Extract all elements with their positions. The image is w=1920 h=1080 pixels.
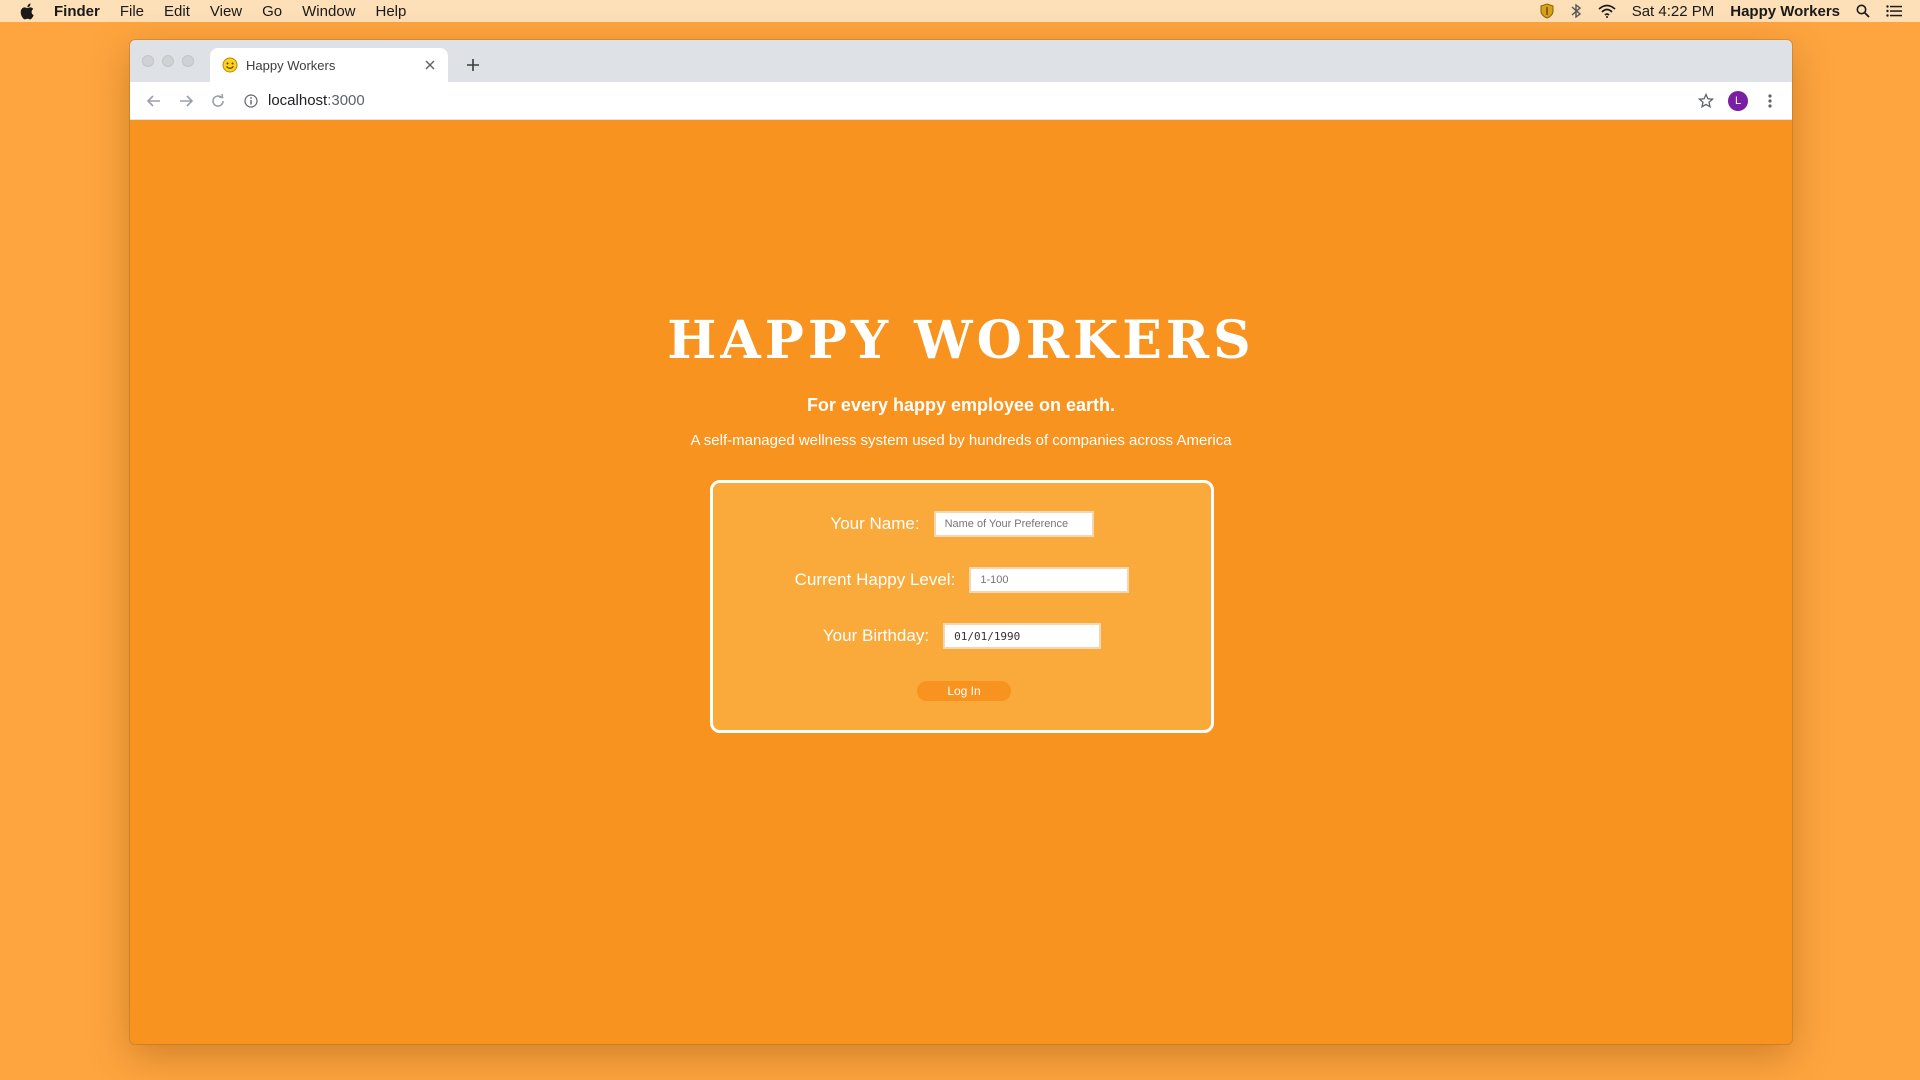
bluetooth-icon[interactable] xyxy=(1570,3,1582,19)
name-row: Your Name: xyxy=(713,511,1211,537)
close-tab-icon[interactable] xyxy=(422,57,438,73)
tab-strip: Happy Workers xyxy=(130,40,1792,82)
menu-app-name[interactable]: Finder xyxy=(54,3,100,20)
notification-center-icon[interactable] xyxy=(1886,5,1902,17)
new-tab-button[interactable] xyxy=(460,52,486,78)
menu-bar: Finder File Edit View Go Window Help Sat… xyxy=(0,0,1920,22)
profile-avatar[interactable]: L xyxy=(1728,90,1748,111)
clock[interactable]: Sat 4:22 PM xyxy=(1632,3,1715,20)
menu-edit[interactable]: Edit xyxy=(164,3,190,20)
zoom-window-button[interactable] xyxy=(182,55,194,67)
more-menu-icon[interactable] xyxy=(1758,87,1782,115)
close-window-button[interactable] xyxy=(142,55,154,67)
birthday-row: Your Birthday: xyxy=(713,623,1211,649)
address-bar[interactable]: localhost:3000 xyxy=(242,86,1692,116)
login-form: Your Name: Current Happy Level: Your Bir… xyxy=(710,480,1214,733)
bookmark-star-icon[interactable] xyxy=(1692,87,1720,115)
birthday-label: Your Birthday: xyxy=(822,626,930,645)
active-window-name[interactable]: Happy Workers xyxy=(1730,3,1840,20)
site-info-icon[interactable] xyxy=(242,92,260,110)
reload-button[interactable] xyxy=(204,87,232,115)
birthday-input[interactable] xyxy=(943,623,1102,649)
minimize-window-button[interactable] xyxy=(162,55,174,67)
url-host: localhost xyxy=(268,92,328,109)
window-controls xyxy=(142,55,202,67)
tab-title: Happy Workers xyxy=(246,57,336,73)
name-label: Your Name: xyxy=(830,514,920,533)
apple-icon[interactable] xyxy=(20,3,34,20)
menu-go[interactable]: Go xyxy=(262,3,282,20)
menu-window[interactable]: Window xyxy=(302,3,355,20)
forward-button[interactable] xyxy=(172,87,200,115)
page-content: HAPPY WORKERS For every happy employee o… xyxy=(130,120,1792,1044)
happy-level-row: Current Happy Level: xyxy=(713,567,1211,593)
back-button[interactable] xyxy=(140,87,168,115)
sub-tagline: A self-managed wellness system used by h… xyxy=(690,432,1232,449)
name-input[interactable] xyxy=(933,511,1094,537)
wifi-icon[interactable] xyxy=(1598,4,1616,18)
menu-bar-right: Sat 4:22 PM Happy Workers xyxy=(1524,3,1920,20)
smiley-favicon-icon xyxy=(222,57,238,73)
menu-help[interactable]: Help xyxy=(376,3,407,20)
menu-view[interactable]: View xyxy=(210,3,242,20)
happy-level-input[interactable] xyxy=(969,567,1130,593)
spotlight-search-icon[interactable] xyxy=(1856,4,1870,18)
page-title: HAPPY WORKERS xyxy=(667,310,1255,371)
shield-icon[interactable] xyxy=(1540,3,1554,19)
happy-level-label: Current Happy Level: xyxy=(794,570,956,589)
menu-file[interactable]: File xyxy=(120,3,144,20)
tab-happy-workers[interactable]: Happy Workers xyxy=(210,48,448,82)
url-port: :3000 xyxy=(327,92,365,109)
tagline: For every happy employee on earth. xyxy=(806,395,1116,415)
browser-window: Happy Workers localhost:3000 L HAPPY WO… xyxy=(130,40,1792,1044)
browser-toolbar: localhost:3000 L xyxy=(130,82,1792,120)
menu-bar-left: Finder File Edit View Go Window Help xyxy=(0,3,426,20)
login-button[interactable]: Log In xyxy=(917,681,1011,701)
